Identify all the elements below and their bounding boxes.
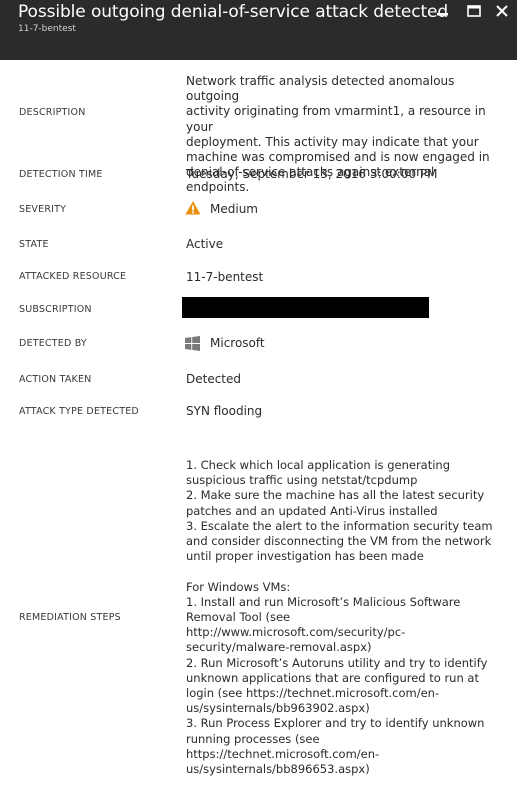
warning-icon [185, 201, 201, 215]
window-subtitle: 11-7-bentest [18, 24, 76, 34]
attacked-resource-label: ATTACKED RESOURCE [19, 271, 127, 282]
severity-value: Medium [210, 202, 258, 216]
state-label: STATE [19, 239, 49, 250]
severity-label: SEVERITY [19, 204, 67, 215]
state-value: Active [186, 237, 224, 251]
maximize-icon [467, 5, 481, 17]
detected-by-label: DETECTED BY [19, 338, 87, 349]
detection-time-label: DETECTION TIME [19, 169, 103, 180]
close-button[interactable] [491, 2, 513, 20]
attacked-resource-value: 11-7-bentest [186, 270, 264, 284]
subscription-label: SUBSCRIPTION [19, 304, 92, 315]
window-title: Possible outgoing denial-of-service atta… [18, 2, 449, 22]
description-label: DESCRIPTION [19, 107, 86, 118]
detected-by-value: Microsoft [210, 336, 265, 350]
close-icon [496, 5, 508, 17]
minimize-icon [437, 13, 448, 16]
maximize-button[interactable] [463, 2, 485, 20]
remediation-label: REMEDIATION STEPS [19, 612, 121, 623]
minimize-button[interactable] [432, 2, 454, 20]
remediation-value: 1. Check which local application is gene… [186, 458, 493, 777]
title-bar: Possible outgoing denial-of-service atta… [0, 0, 517, 60]
detection-time-value: Tuesday, September 13, 2016 3:00:00 PM [186, 167, 438, 181]
attack-type-value: SYN flooding [186, 404, 263, 418]
windows-logo-icon [185, 336, 200, 351]
action-taken-label: ACTION TAKEN [19, 374, 92, 385]
subscription-redacted-value [182, 297, 429, 318]
attack-type-label: ATTACK TYPE DETECTED [19, 406, 139, 417]
action-taken-value: Detected [186, 372, 242, 386]
alert-details: DESCRIPTION Network traffic analysis det… [0, 60, 517, 800]
